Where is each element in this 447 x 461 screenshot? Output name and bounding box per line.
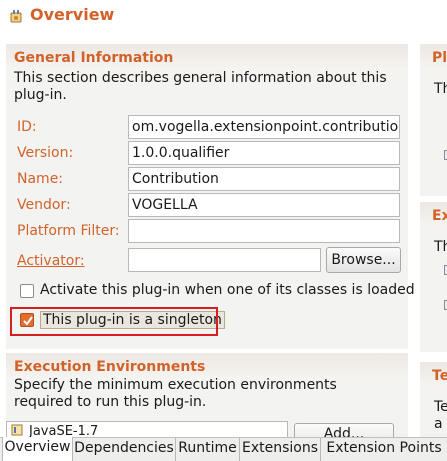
- right-section-plugin-content: Pl Th: [420, 44, 447, 196]
- activate-checkbox-label[interactable]: Activate this plug-in when one of its cl…: [40, 282, 415, 298]
- name-label: Name:: [17, 171, 64, 187]
- right-section-title[interactable]: Ex: [432, 208, 447, 224]
- tab-runtime[interactable]: Runtime: [176, 438, 240, 461]
- activate-checkbox-row[interactable]: Activate this plug-in when one of its cl…: [18, 281, 415, 301]
- activator-field[interactable]: [128, 248, 321, 272]
- right-section-text: Th: [434, 81, 447, 97]
- editor-tab-bar: Overview Dependencies Runtime Extensions…: [0, 437, 447, 461]
- plugin-icon: [10, 10, 22, 23]
- general-information-section: General Information This section describ…: [6, 44, 415, 349]
- right-section-extension-content: Ex Th: [420, 202, 447, 352]
- right-section-text: a: [434, 416, 443, 432]
- tab-extensions[interactable]: Extensions: [240, 438, 321, 461]
- right-section-text: Th: [434, 239, 447, 255]
- environment-item[interactable]: JavaSE-1.7: [29, 424, 98, 437]
- right-section-testing: Te Te a: [420, 362, 447, 437]
- right-section-title[interactable]: Te: [432, 368, 447, 384]
- id-label: ID:: [17, 119, 37, 135]
- page-title: Overview: [30, 5, 115, 24]
- activate-checkbox[interactable]: [20, 284, 34, 298]
- right-column: Pl Th Ex Th Te Te a: [420, 44, 447, 437]
- right-section-title[interactable]: Pl: [432, 50, 447, 66]
- name-field[interactable]: Contribution: [128, 167, 400, 191]
- execution-environments-section: Execution Environments Specify the minim…: [6, 353, 408, 439]
- activator-link[interactable]: Activator:: [17, 253, 85, 269]
- overview-header: Overview: [0, 0, 447, 34]
- environments-list[interactable]: JavaSE-1.7: [6, 421, 288, 437]
- vendor-field[interactable]: VOGELLA: [128, 193, 400, 217]
- platform-filter-label: Platform Filter:: [17, 223, 120, 239]
- id-field[interactable]: om.vogella.extensionpoint.contribution: [128, 115, 400, 139]
- right-section-text: Te: [434, 399, 447, 415]
- tab-dependencies[interactable]: Dependencies: [73, 438, 176, 461]
- execution-environments-description: Specify the minimum execution environmen…: [14, 377, 337, 410]
- execution-environments-title[interactable]: Execution Environments: [14, 359, 205, 375]
- general-information-title[interactable]: General Information: [14, 50, 173, 66]
- tab-extension-points[interactable]: Extension Points: [321, 438, 447, 461]
- general-information-description: This section describes general informati…: [14, 70, 387, 103]
- tab-overview[interactable]: Overview: [2, 437, 73, 461]
- version-field[interactable]: 1.0.0.qualifier: [128, 141, 400, 165]
- highlight-box: [10, 307, 218, 336]
- browse-button[interactable]: Browse...: [326, 247, 401, 273]
- java-icon: [11, 424, 23, 436]
- platform-filter-field[interactable]: [128, 219, 400, 243]
- vendor-label: Vendor:: [17, 197, 71, 213]
- version-label: Version:: [17, 145, 74, 161]
